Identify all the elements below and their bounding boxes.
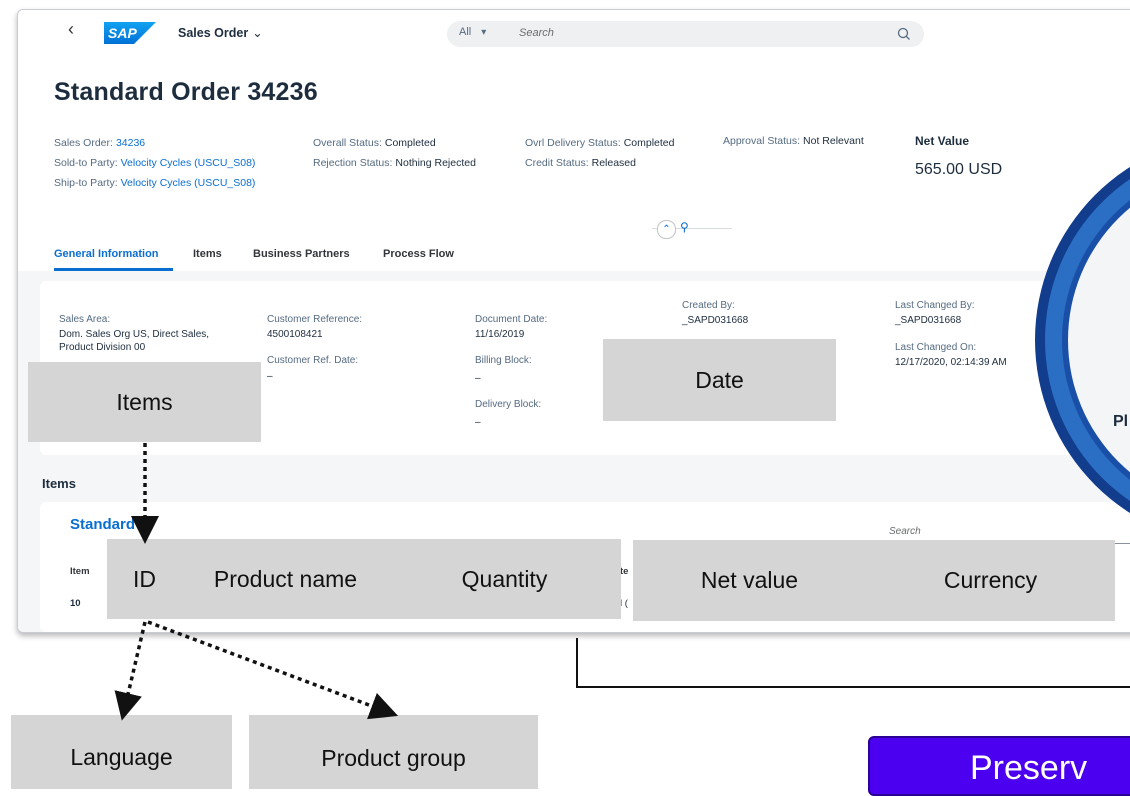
preserve-banner: Preserv [868,736,1130,796]
decorative-circle [1030,150,1130,530]
arrow-id-to-language [114,621,147,721]
circle-partial-text: Pl [1113,413,1129,430]
arrow-id-to-product-group [147,620,399,720]
annotation-bracket [576,638,1130,688]
